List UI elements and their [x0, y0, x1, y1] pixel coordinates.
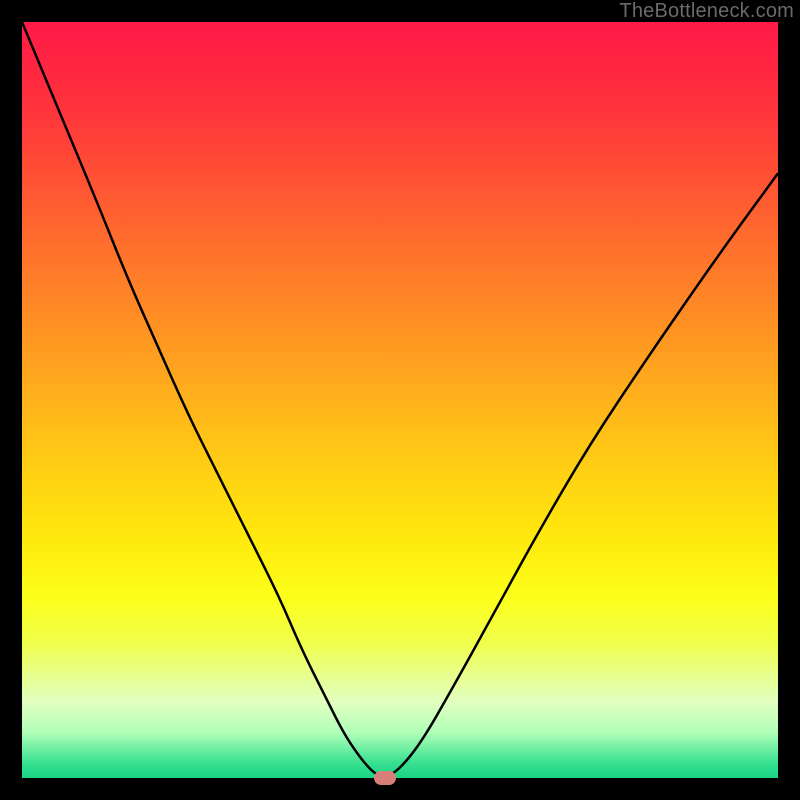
- bottleneck-curve: [22, 22, 778, 778]
- plot-area: [22, 22, 778, 778]
- chart-frame: TheBottleneck.com: [0, 0, 800, 800]
- watermark-text: TheBottleneck.com: [619, 0, 794, 23]
- minimum-marker: [374, 771, 396, 785]
